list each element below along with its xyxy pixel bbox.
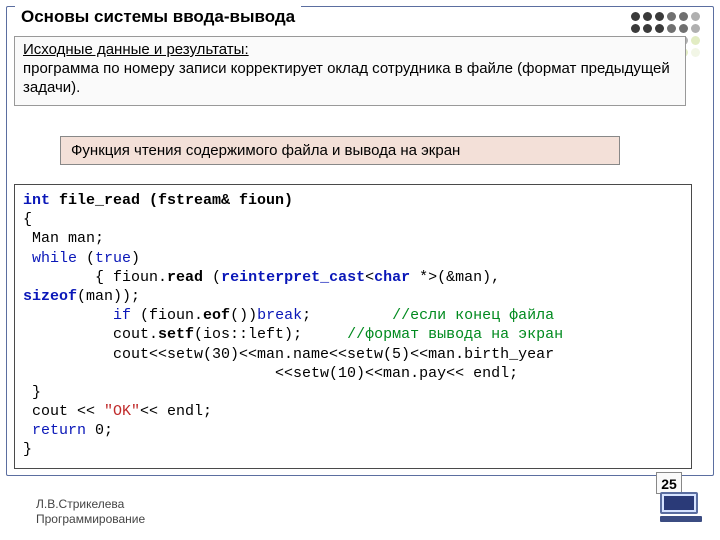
code-listing: int file_read (fstream& fioun) { Man man… [14,184,692,469]
function-caption: Функция чтения содержимого файла и вывод… [60,136,620,165]
intro-title: Исходные данные и результаты: [23,41,249,58]
footer: Л.В.Стрикелева Программирование [36,497,145,526]
page-number: 25 [656,472,682,494]
intro-body: программа по номеру записи корректирует … [23,60,670,96]
footer-author: Л.В.Стрикелева [36,497,124,511]
header-bar: Основы системы ввода-вывода [15,5,301,29]
intro-box: Исходные данные и результаты: программа … [14,36,686,106]
page-title: Основы системы ввода-вывода [21,7,295,26]
computer-icon [660,492,702,526]
footer-course: Программирование [36,512,145,526]
